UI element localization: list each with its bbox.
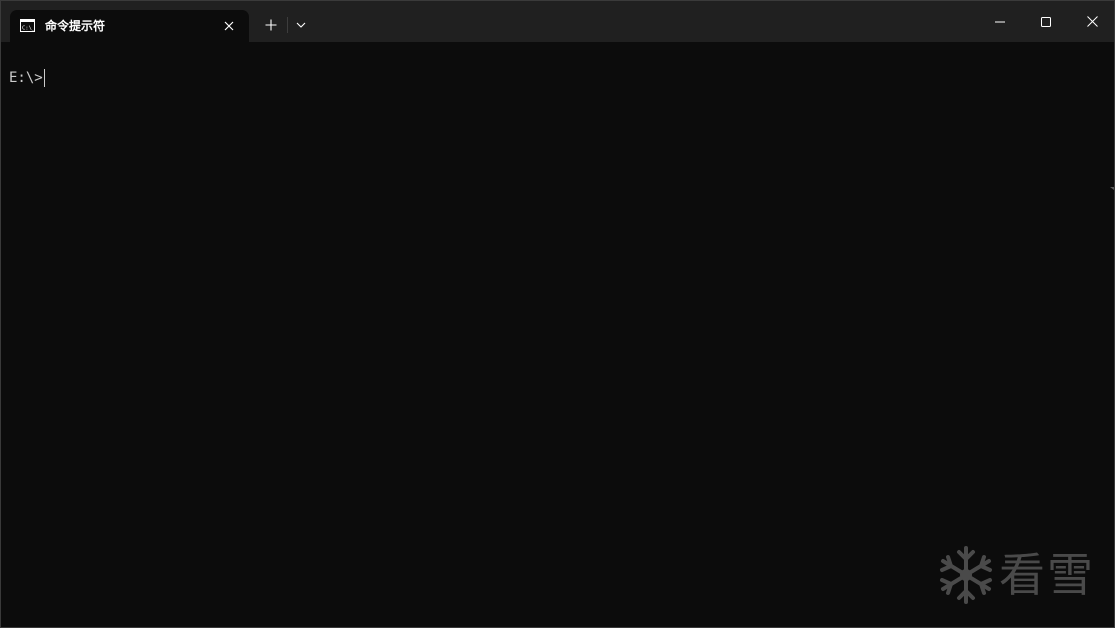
tab-dropdown-button[interactable] bbox=[291, 14, 311, 36]
cmd-icon: C:\_ bbox=[20, 19, 35, 32]
close-icon bbox=[1086, 16, 1098, 27]
tab-divider bbox=[287, 17, 288, 33]
terminal-window: C:\_ 命令提示符 E:\> 看雪 bbox=[0, 0, 1115, 628]
scrollbar-mark[interactable] bbox=[1110, 187, 1114, 190]
close-button[interactable] bbox=[1069, 1, 1115, 42]
chevron-down-icon bbox=[296, 22, 306, 28]
svg-text:C:\_: C:\_ bbox=[22, 26, 35, 32]
tab-title: 命令提示符 bbox=[45, 19, 106, 33]
watermark-text: 看雪 bbox=[999, 548, 1095, 602]
watermark: 看雪 bbox=[937, 544, 1097, 606]
console-area[interactable]: E:\> bbox=[1, 42, 1114, 627]
prompt-text: E:\> bbox=[9, 70, 43, 86]
title-bar[interactable]: C:\_ 命令提示符 bbox=[1, 1, 1114, 42]
new-tab-button[interactable] bbox=[260, 14, 282, 36]
tab-close-button[interactable] bbox=[219, 16, 239, 36]
text-cursor bbox=[43, 69, 45, 87]
minimize-button[interactable] bbox=[977, 1, 1023, 42]
snowflake-icon bbox=[940, 546, 992, 604]
plus-icon bbox=[265, 19, 277, 31]
maximize-icon bbox=[1041, 16, 1051, 27]
minimize-icon bbox=[995, 21, 1005, 22]
close-icon bbox=[224, 21, 234, 31]
command-prompt-line[interactable]: E:\> bbox=[9, 69, 45, 87]
tab-command-prompt[interactable]: C:\_ 命令提示符 bbox=[10, 10, 249, 42]
maximize-button[interactable] bbox=[1023, 1, 1069, 42]
